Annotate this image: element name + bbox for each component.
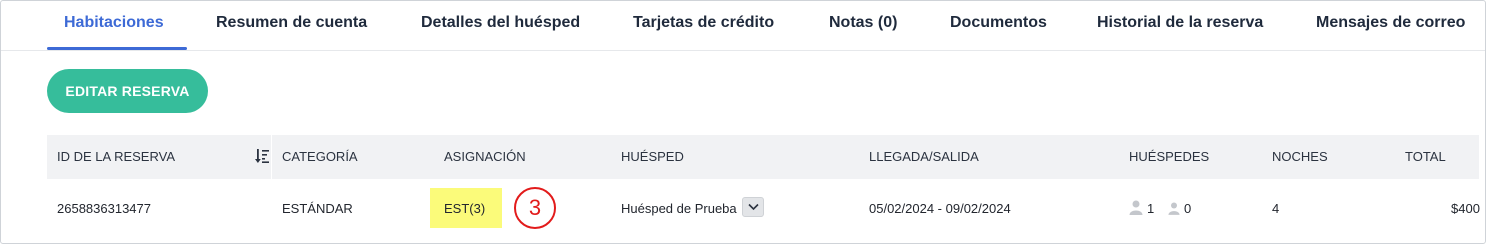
- children-count: 0: [1184, 201, 1192, 216]
- category-cell: ESTÁNDAR: [282, 201, 353, 216]
- adult-person-icon: [1129, 200, 1143, 215]
- sort-descending-icon[interactable]: [255, 148, 269, 164]
- tab-mensajes-de-correo[interactable]: Mensajes de correo: [1316, 14, 1465, 32]
- reservation-id-cell: 2658836313477: [57, 201, 151, 216]
- chevron-down-icon: [748, 203, 759, 211]
- column-divider: [271, 135, 272, 179]
- active-tab-indicator: [47, 47, 187, 50]
- reservation-panel: Habitaciones Resumen de cuenta Detalles …: [0, 0, 1486, 244]
- header-arrival-departure[interactable]: LLEGADA/SALIDA: [869, 149, 979, 164]
- header-reservation-id[interactable]: ID DE LA RESERVA: [57, 149, 175, 164]
- child-person-icon: [1168, 202, 1180, 215]
- edit-reservation-button[interactable]: EDITAR RESERVA: [47, 69, 208, 113]
- tab-notas[interactable]: Notas (0): [829, 14, 897, 32]
- adults-count: 1: [1147, 201, 1155, 216]
- tab-resumen-de-cuenta[interactable]: Resumen de cuenta: [216, 14, 367, 32]
- header-guests[interactable]: HUÉSPEDES: [1129, 149, 1209, 164]
- header-category[interactable]: CATEGORÍA: [282, 149, 358, 164]
- header-guest[interactable]: HUÉSPED: [621, 149, 684, 164]
- annotation-step-badge: 3: [514, 187, 556, 229]
- header-assignment[interactable]: ASIGNACIÓN: [444, 149, 526, 164]
- tab-documentos[interactable]: Documentos: [950, 14, 1047, 32]
- tab-historial-de-la-reserva[interactable]: Historial de la reserva: [1097, 14, 1263, 32]
- header-total[interactable]: TOTAL: [1405, 149, 1446, 164]
- total-cell: $400: [1451, 201, 1480, 216]
- guest-dropdown-button[interactable]: [742, 197, 764, 217]
- tab-tarjetas-de-credito[interactable]: Tarjetas de crédito: [633, 14, 774, 32]
- tab-detalles-del-huesped[interactable]: Detalles del huésped: [421, 14, 580, 32]
- tab-habitaciones[interactable]: Habitaciones: [64, 14, 164, 32]
- tab-bar: Habitaciones Resumen de cuenta Detalles …: [1, 1, 1485, 51]
- assignment-cell[interactable]: EST(3): [444, 201, 485, 216]
- header-nights[interactable]: NOCHES: [1272, 149, 1328, 164]
- guest-name-cell[interactable]: Huésped de Prueba: [621, 201, 737, 216]
- dates-cell: 05/02/2024 - 09/02/2024: [869, 201, 1011, 216]
- nights-cell: 4: [1272, 201, 1280, 216]
